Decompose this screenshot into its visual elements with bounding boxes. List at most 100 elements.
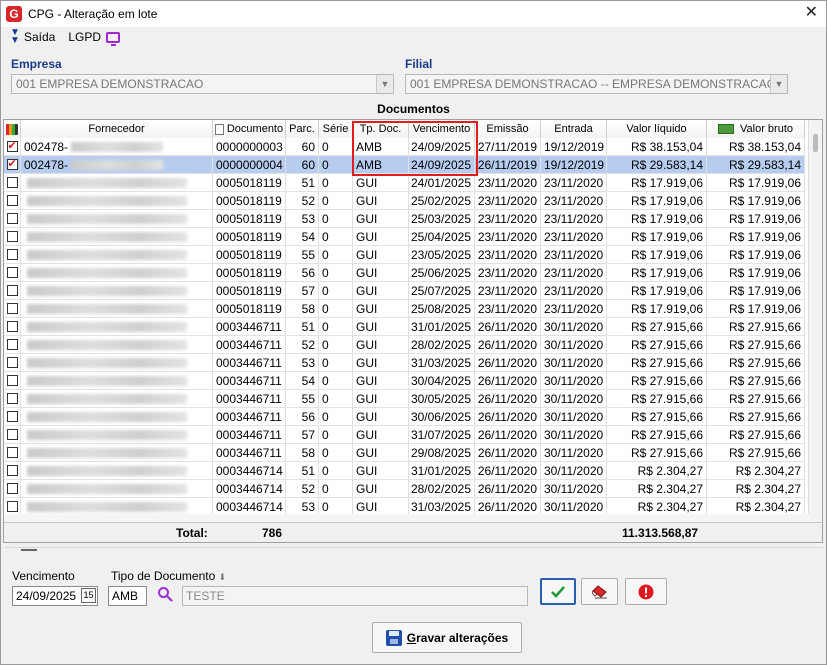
select-all-column-header[interactable] xyxy=(4,120,21,138)
row-checkbox[interactable] xyxy=(6,375,18,386)
cell-text: R$ 17.919,06 xyxy=(728,301,801,316)
table-row[interactable]: 0003446711 53 0 GUI 31/03/2025 26/11/2020 30/1… xyxy=(4,354,805,372)
row-checkbox[interactable] xyxy=(6,321,18,332)
save-changes-button[interactable]: Gravar alterações xyxy=(372,622,522,653)
column-header-fornecedor[interactable]: Fornecedor xyxy=(21,120,213,138)
table-row[interactable]: 0003446711 51 0 GUI 31/01/2025 26/11/2020 30/1… xyxy=(4,318,805,336)
table-row[interactable]: 0003446714 52 0 GUI 28/02/2025 26/11/2020 30/1… xyxy=(4,480,805,498)
cell-text: 54 xyxy=(301,373,315,388)
row-checkbox[interactable] xyxy=(6,339,18,350)
tipo-documento-code-input[interactable]: AMB xyxy=(108,586,147,606)
row-checkbox-cell[interactable] xyxy=(4,228,21,245)
column-header-valor-bruto[interactable]: Valor bruto xyxy=(707,120,805,138)
filial-label: Filial xyxy=(405,57,433,71)
row-checkbox[interactable] xyxy=(6,303,18,314)
row-checkbox-cell[interactable] xyxy=(4,138,21,155)
table-row[interactable]: 0003446714 51 0 GUI 31/01/2025 26/11/2020 30/1… xyxy=(4,462,805,480)
row-checkbox-cell[interactable] xyxy=(4,408,21,425)
column-header-emissao[interactable]: Emissão xyxy=(475,120,541,138)
row-checkbox[interactable] xyxy=(6,357,18,368)
table-row[interactable]: 0003446711 56 0 GUI 30/06/2025 26/11/2020 30/1… xyxy=(4,408,805,426)
column-header-entrada[interactable]: Entrada xyxy=(541,120,607,138)
row-checkbox[interactable] xyxy=(6,177,18,188)
row-checkbox-cell[interactable] xyxy=(4,444,21,461)
row-checkbox-cell[interactable] xyxy=(4,336,21,353)
row-checkbox[interactable] xyxy=(6,157,18,170)
row-checkbox-cell[interactable] xyxy=(4,318,21,335)
apply-button[interactable] xyxy=(540,578,576,605)
row-checkbox[interactable] xyxy=(6,411,18,422)
cell-text: R$ 17.919,06 xyxy=(630,175,703,190)
row-checkbox-cell[interactable] xyxy=(4,192,21,209)
close-icon[interactable]: ✕ xyxy=(805,5,818,21)
row-checkbox[interactable] xyxy=(6,465,18,476)
row-checkbox-cell[interactable] xyxy=(4,426,21,443)
vencimento-date-input[interactable]: 24/09/2025 15 xyxy=(12,586,98,606)
row-checkbox-cell[interactable] xyxy=(4,462,21,479)
row-checkbox[interactable] xyxy=(6,267,18,278)
row-checkbox-cell[interactable] xyxy=(4,282,21,299)
exit-menu-item[interactable]: ▼ ▼ Saída xyxy=(6,28,59,46)
cell-vencimento: 25/08/2025 xyxy=(409,300,475,317)
table-row[interactable]: 0005018119 53 0 GUI 25/03/2025 23/11/2020 23/1… xyxy=(4,210,805,228)
row-checkbox-cell[interactable] xyxy=(4,156,21,173)
table-row[interactable]: 0003446711 58 0 GUI 29/08/2025 26/11/2020 30/1… xyxy=(4,444,805,462)
search-icon[interactable] xyxy=(157,586,173,602)
table-row[interactable]: 0005018119 52 0 GUI 25/02/2025 23/11/2020 23/1… xyxy=(4,192,805,210)
row-checkbox-cell[interactable] xyxy=(4,300,21,317)
row-checkbox[interactable] xyxy=(6,195,18,206)
row-checkbox[interactable] xyxy=(6,231,18,242)
row-checkbox[interactable] xyxy=(6,447,18,458)
row-checkbox-cell[interactable] xyxy=(4,210,21,227)
column-header-valor-liquido[interactable]: Valor líquido xyxy=(607,120,707,138)
scrollbar-thumb[interactable] xyxy=(813,134,818,152)
row-checkbox[interactable] xyxy=(6,429,18,440)
table-row[interactable]: 0003446711 57 0 GUI 31/07/2025 26/11/2020 30/1… xyxy=(4,426,805,444)
calendar-icon[interactable]: 15 xyxy=(81,588,96,603)
row-checkbox[interactable] xyxy=(6,139,18,152)
row-checkbox-cell[interactable] xyxy=(4,372,21,389)
collapse-handle[interactable] xyxy=(21,549,37,551)
horizontal-scrollbar[interactable] xyxy=(4,514,810,522)
row-checkbox[interactable] xyxy=(6,249,18,260)
row-checkbox[interactable] xyxy=(6,285,18,296)
table-row[interactable]: 0003446711 55 0 GUI 30/05/2025 26/11/2020 30/1… xyxy=(4,390,805,408)
clear-button[interactable] xyxy=(581,578,618,605)
table-row[interactable]: 0005018119 58 0 GUI 25/08/2025 23/11/2020 23/1… xyxy=(4,300,805,318)
empresa-value: 001 EMPRESA DEMONSTRACAO xyxy=(16,77,204,91)
row-checkbox-cell[interactable] xyxy=(4,264,21,281)
column-header-documento[interactable]: Documento xyxy=(213,120,286,138)
column-header-parc[interactable]: Parc. xyxy=(286,120,319,138)
cell-emissao: 23/11/2020 xyxy=(475,246,541,263)
cell-text: 23/11/2020 xyxy=(477,301,537,316)
cell-serie: 0 xyxy=(319,354,353,371)
row-checkbox[interactable] xyxy=(6,501,18,512)
table-row[interactable]: 0005018119 56 0 GUI 25/06/2025 23/11/2020 23/1… xyxy=(4,264,805,282)
table-row[interactable]: 0003446711 52 0 GUI 28/02/2025 26/11/2020 30/1… xyxy=(4,336,805,354)
table-row[interactable]: 0005018119 54 0 GUI 25/04/2025 23/11/2020 23/1… xyxy=(4,228,805,246)
table-row[interactable]: 0003446711 54 0 GUI 30/04/2025 26/11/2020 30/1… xyxy=(4,372,805,390)
cell-text: 58 xyxy=(301,301,315,316)
cell-fornecedor xyxy=(21,480,213,497)
row-checkbox-cell[interactable] xyxy=(4,174,21,191)
row-checkbox-cell[interactable] xyxy=(4,390,21,407)
table-row[interactable]: 0005018119 57 0 GUI 25/07/2025 23/11/2020 23/1… xyxy=(4,282,805,300)
column-header-serie[interactable]: Série xyxy=(319,120,353,138)
empresa-select[interactable]: 001 EMPRESA DEMONSTRACAO ▼ xyxy=(11,74,394,94)
filial-select[interactable]: 001 EMPRESA DEMONSTRACAO -- EMPRESA DEMO… xyxy=(405,74,788,94)
table-row[interactable]: 0005018119 55 0 GUI 23/05/2025 23/11/2020 23/1… xyxy=(4,246,805,264)
cell-valor-liquido: R$ 2.304,27 xyxy=(607,480,707,497)
row-checkbox-cell[interactable] xyxy=(4,354,21,371)
floppy-disk-icon xyxy=(385,629,402,646)
cell-valor-bruto: R$ 17.919,06 xyxy=(707,174,805,191)
row-checkbox-cell[interactable] xyxy=(4,480,21,497)
row-checkbox-cell[interactable] xyxy=(4,246,21,263)
row-checkbox[interactable] xyxy=(6,393,18,404)
row-checkbox-cell[interactable] xyxy=(4,498,21,515)
row-checkbox[interactable] xyxy=(6,213,18,224)
alert-button[interactable] xyxy=(625,578,667,605)
table-row[interactable]: 0005018119 51 0 GUI 24/01/2025 23/11/2020 23/1… xyxy=(4,174,805,192)
vertical-scrollbar[interactable] xyxy=(808,120,822,524)
lgpd-menu-item[interactable]: LGPD xyxy=(64,28,124,46)
row-checkbox[interactable] xyxy=(6,483,18,494)
